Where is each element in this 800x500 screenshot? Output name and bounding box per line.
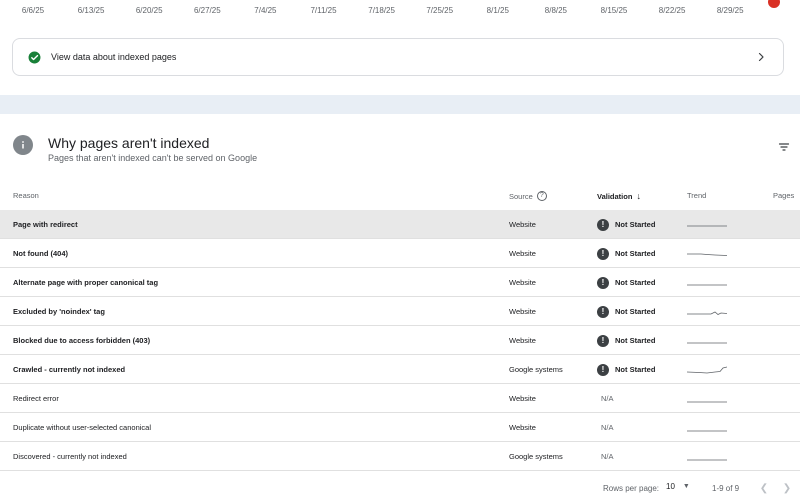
date-axis: 6/6/25 6/13/25 6/20/25 6/27/25 7/4/25 7/11/25… (0, 0, 800, 22)
next-page-button[interactable]: ❯ (780, 481, 794, 495)
row-trend-sparkline (687, 239, 727, 268)
row-validation: ! Not Started (597, 326, 655, 355)
row-source: Google systems (509, 452, 563, 461)
table-row[interactable]: Redirect error Website N/A (0, 384, 800, 413)
section-divider-band (0, 95, 800, 114)
row-trend-sparkline (687, 442, 727, 471)
row-trend-sparkline (687, 297, 727, 326)
date-tick-label: 8/8/25 (544, 6, 568, 15)
row-reason: Alternate page with proper canonical tag (13, 278, 159, 287)
table-row[interactable]: Alternate page with proper canonical tag… (0, 268, 800, 297)
row-source: Website (509, 423, 536, 432)
info-icon (13, 135, 33, 155)
view-indexed-pages-card[interactable]: View data about indexed pages (12, 38, 784, 76)
warning-icon: ! (597, 247, 609, 260)
reasons-table: Page with redirect Website ! Not Started … (0, 210, 800, 471)
warning-icon: ! (597, 218, 609, 231)
date-tick-label: 7/25/25 (426, 6, 454, 15)
sort-arrow-down-icon: ↓ (636, 191, 641, 201)
date-tick-label: 8/22/25 (658, 6, 686, 15)
table-row[interactable]: Page with redirect Website ! Not Started (0, 210, 800, 239)
section-title: Why pages aren't indexed (48, 135, 210, 151)
row-reason: Discovered - currently not indexed (13, 452, 127, 461)
warning-icon: ! (597, 334, 609, 347)
pagination-range: 1-9 of 9 (712, 484, 740, 493)
date-tick-label: 6/13/25 (77, 6, 105, 15)
row-source: Google systems (509, 365, 563, 374)
row-validation: ! Not Started (597, 355, 655, 384)
row-source: Website (509, 249, 536, 258)
row-reason: Redirect error (13, 394, 59, 403)
table-row[interactable]: Crawled - currently not indexed Google s… (0, 355, 800, 384)
row-trend-sparkline (687, 384, 727, 413)
section-subtitle: Pages that aren't indexed can't be serve… (48, 153, 258, 163)
column-header-pages[interactable]: Pages (773, 191, 794, 200)
row-trend-sparkline (687, 355, 727, 384)
help-icon[interactable]: ? (536, 191, 547, 201)
warning-icon: ! (597, 363, 609, 376)
check-circle-icon (28, 51, 41, 64)
row-validation: N/A (601, 452, 614, 461)
column-header-reason[interactable]: Reason (13, 191, 39, 200)
row-validation: ! Not Started (597, 268, 655, 297)
row-reason: Page with redirect (13, 220, 78, 229)
chevron-right-icon (755, 51, 767, 63)
date-tick-label: 8/15/25 (600, 6, 628, 15)
row-source: Website (509, 336, 536, 345)
row-reason: Duplicate without user-selected canonica… (13, 423, 151, 432)
table-row[interactable]: Excluded by 'noindex' tag Website ! Not S… (0, 297, 800, 326)
dropdown-arrow-icon: ▼ (682, 483, 690, 490)
row-validation: ! Not Started (597, 239, 655, 268)
row-source: Website (509, 278, 536, 287)
row-validation: ! Not Started (597, 210, 655, 239)
column-header-validation[interactable]: Validation ↓ (597, 191, 641, 201)
row-trend-sparkline (687, 413, 727, 442)
rows-per-page-label: Rows per page: (603, 484, 660, 493)
previous-page-button[interactable]: ❮ (757, 481, 771, 495)
table-header: Reason Source ? Validation ↓ Trend Pages (0, 182, 800, 210)
row-reason: Not found (404) (13, 249, 68, 258)
date-tick-label: 7/18/25 (368, 6, 395, 15)
row-trend-sparkline (687, 268, 727, 297)
table-row[interactable]: Discovered - currently not indexed Googl… (0, 442, 800, 471)
row-source: Website (509, 394, 536, 403)
view-indexed-pages-label: View data about indexed pages (51, 52, 177, 62)
column-header-trend: Trend (687, 191, 707, 200)
row-reason: Crawled - currently not indexed (13, 365, 126, 374)
date-tick-label: 6/27/25 (193, 6, 221, 15)
date-tick-label: 7/4/25 (254, 6, 277, 15)
rows-per-page-select[interactable]: 10 ▼ (666, 482, 690, 491)
date-tick-label: 8/29/25 (716, 6, 744, 15)
date-tick-label: 8/1/25 (486, 6, 509, 15)
warning-icon: ! (597, 305, 609, 318)
table-row[interactable]: Blocked due to access forbidden (403) We… (0, 326, 800, 355)
row-reason: Excluded by 'noindex' tag (13, 307, 105, 316)
table-row[interactable]: Not found (404) Website ! Not Started (0, 239, 800, 268)
table-row[interactable]: Duplicate without user-selected canonica… (0, 413, 800, 442)
warning-icon: ! (597, 276, 609, 289)
row-validation: N/A (601, 423, 614, 432)
date-tick-label: 6/20/25 (135, 6, 163, 15)
row-trend-sparkline (687, 326, 727, 355)
column-header-source[interactable]: Source ? (509, 191, 547, 201)
filter-icon[interactable] (778, 141, 790, 153)
row-source: Website (509, 220, 536, 229)
date-tick-label: 6/6/25 (21, 6, 45, 15)
row-validation: ! Not Started (597, 297, 655, 326)
date-tick-label: 7/11/25 (310, 6, 337, 15)
row-validation: N/A (601, 394, 614, 403)
pagination: Rows per page: 10 ▼ 1-9 of 9 ❮ ❯ (0, 478, 800, 500)
row-trend-sparkline (687, 210, 727, 239)
row-source: Website (509, 307, 536, 316)
row-reason: Blocked due to access forbidden (403) (13, 336, 151, 345)
